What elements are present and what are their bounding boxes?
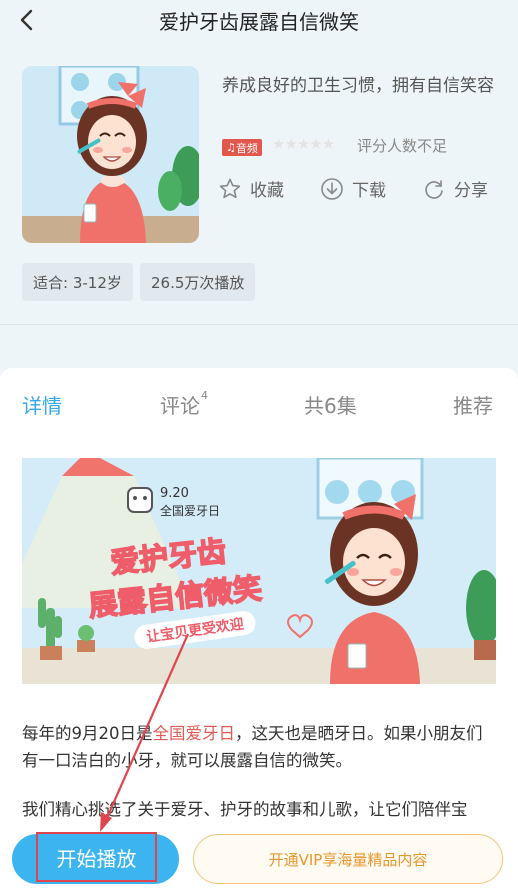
- share-button[interactable]: 分享: [422, 176, 488, 201]
- intro-highlight: 全国爱牙日: [152, 724, 236, 743]
- star-outline-icon: [219, 178, 241, 198]
- share-icon: [425, 179, 443, 199]
- download-button[interactable]: 下载: [320, 176, 386, 201]
- vip-button[interactable]: 开通VIP享海量精品内容: [193, 834, 503, 884]
- top-bar: 爱护牙齿展露自信微笑: [0, 0, 518, 40]
- rating-stars: ★★★★★: [272, 135, 335, 153]
- comments-count: 4: [201, 389, 208, 403]
- tab-bar: 详情 评论4 共6集 推荐: [0, 368, 518, 438]
- audio-badge: ♫ 音频: [222, 139, 262, 156]
- back-button[interactable]: [12, 6, 40, 34]
- tab-comments[interactable]: 评论4: [160, 389, 208, 419]
- age-tag: 适合: 3-12岁: [22, 263, 133, 301]
- promo-banner: 9.20 全国爱牙日 爱护牙齿 展露自信微笑 让宝贝更受欢迎: [22, 458, 496, 684]
- favorite-label: 收藏: [250, 181, 284, 201]
- intro-paragraph-1: 每年的9月20日是全国爱牙日，这天也是晒牙日。如果小朋友们有一口洁白的小牙，就可…: [22, 720, 492, 774]
- tab-recommend[interactable]: 推荐: [453, 390, 493, 419]
- play-count-tag: 26.5万次播放: [140, 263, 256, 301]
- chevron-left-icon: [20, 9, 33, 31]
- content-card: 详情 评论4 共6集 推荐 9.20 全国爱牙日 爱护牙齿 展露自信微笑 让宝贝…: [0, 368, 518, 893]
- favorite-button[interactable]: 收藏: [218, 176, 284, 201]
- intro-text-a: 每年的9月20日是: [22, 724, 153, 743]
- download-icon: [321, 177, 343, 200]
- audio-badge-label: 音频: [235, 141, 258, 155]
- tab-episodes[interactable]: 共6集: [304, 390, 357, 419]
- rating-text: 评分人数不足: [357, 137, 448, 155]
- share-label: 分享: [454, 181, 488, 201]
- tab-comments-label: 评论: [160, 394, 200, 418]
- download-label: 下载: [352, 181, 386, 201]
- intro-paragraph-2: 我们精心挑选了关于爱牙、护牙的故事和儿歌，让它们陪伴宝: [22, 800, 468, 819]
- start-play-label: 开始播放: [36, 832, 157, 882]
- music-note-icon: ♫: [226, 141, 236, 154]
- banner-date: 9.20: [160, 486, 189, 501]
- banner-event: 全国爱牙日: [160, 504, 221, 518]
- tab-detail[interactable]: 详情: [22, 390, 62, 419]
- album-cover: [22, 66, 199, 243]
- section-divider: [0, 324, 518, 325]
- album-description: 养成良好的卫生习惯，拥有自信笑容: [222, 76, 494, 96]
- page-title: 爱护牙齿展露自信微笑: [159, 9, 359, 34]
